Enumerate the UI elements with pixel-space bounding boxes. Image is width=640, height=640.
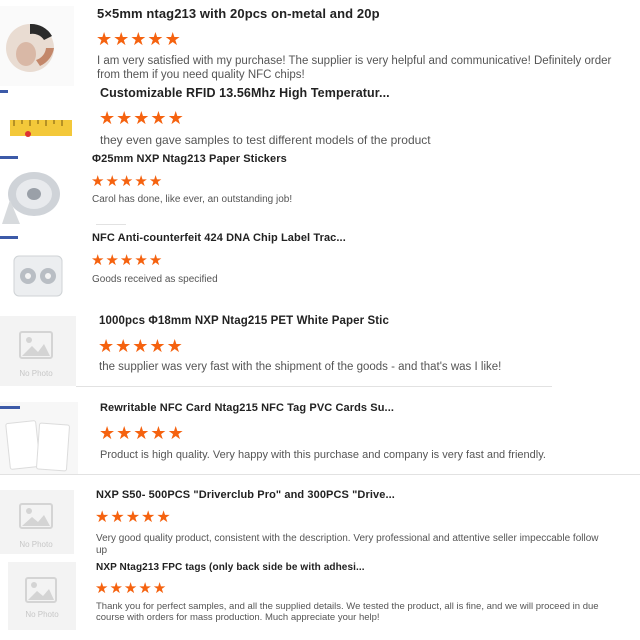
star-icon: ★ (166, 336, 183, 356)
star-icon: ★ (167, 423, 184, 443)
star-icon: ★ (148, 252, 163, 269)
star-icon: ★ (164, 29, 181, 49)
review-comment: Thank you for perfect samples, and all t… (96, 601, 599, 624)
no-photo-placeholder[interactable]: No Photo (0, 490, 74, 554)
star-icon: ★ (147, 29, 164, 49)
product-thumbnail[interactable] (0, 402, 78, 474)
star-icon: ★ (141, 509, 156, 526)
review-comment: the supplier was very fast with the ship… (99, 361, 502, 373)
star-rating: ★ ★ ★ ★ ★ (91, 253, 162, 268)
product-title[interactable]: Customizable RFID 13.56Mhz High Temperat… (100, 86, 390, 100)
star-icon: ★ (95, 580, 109, 597)
star-icon: ★ (96, 29, 113, 49)
star-icon: ★ (99, 108, 116, 128)
star-icon: ★ (152, 580, 167, 597)
star-icon: ★ (130, 29, 147, 49)
no-photo-placeholder[interactable]: No Photo (8, 562, 76, 630)
star-icon: ★ (138, 580, 152, 597)
product-title[interactable]: NXP S50- 500PCS "Driverclub Pro" and 300… (96, 489, 395, 501)
star-icon: ★ (149, 336, 166, 356)
star-icon: ★ (110, 509, 125, 526)
star-icon: ★ (150, 423, 167, 443)
star-icon: ★ (109, 580, 123, 597)
review-comment: Goods received as specified (92, 274, 218, 285)
review-comment: I am very satisfied with my purchase! Th… (97, 55, 612, 81)
product-thumbnail[interactable] (0, 6, 74, 86)
star-icon: ★ (95, 509, 110, 526)
star-icon: ★ (134, 173, 148, 190)
star-icon: ★ (98, 336, 115, 356)
star-rating: ★ ★ ★ ★ ★ (99, 109, 184, 127)
star-icon: ★ (99, 423, 116, 443)
product-thumbnail[interactable] (0, 88, 74, 150)
star-rating: ★ ★ ★ ★ ★ (91, 174, 162, 189)
no-photo-label: No Photo (19, 369, 53, 378)
star-rating: ★ ★ ★ ★ ★ (95, 581, 166, 596)
product-title[interactable]: 5×5mm ntag213 with 20pcs on-metal and 20… (97, 6, 380, 21)
star-icon: ★ (115, 336, 132, 356)
star-icon: ★ (116, 108, 133, 128)
star-icon: ★ (125, 509, 141, 526)
star-icon: ★ (167, 108, 184, 128)
product-title[interactable]: NXP Ntag213 FPC tags (only back side be … (96, 562, 365, 573)
divider (0, 474, 640, 475)
divider (96, 224, 126, 225)
star-rating: ★ ★ ★ ★ ★ (96, 30, 181, 48)
star-icon: ★ (105, 252, 119, 269)
no-photo-label: No Photo (19, 540, 53, 549)
star-icon: ★ (91, 173, 105, 190)
star-icon: ★ (119, 252, 134, 269)
star-icon: ★ (105, 173, 119, 190)
product-title[interactable]: Rewritable NFC Card Ntag215 NFC Tag PVC … (100, 402, 394, 414)
star-icon: ★ (148, 173, 163, 190)
star-icon: ★ (119, 173, 134, 190)
star-icon: ★ (134, 252, 148, 269)
product-thumbnail[interactable] (0, 234, 72, 306)
product-title[interactable]: 1000pcs Φ18mm NXP Ntag215 PET White Pape… (99, 315, 389, 327)
review-comment: Product is high quality. Very happy with… (100, 449, 546, 461)
review-comment: Carol has done, like ever, an outstandin… (92, 194, 293, 205)
star-icon: ★ (150, 108, 167, 128)
product-title[interactable]: NFC Anti-counterfeit 424 DNA Chip Label … (92, 232, 346, 244)
star-icon: ★ (133, 108, 150, 128)
no-photo-label: No Photo (25, 610, 59, 619)
product-thumbnail[interactable] (0, 154, 72, 226)
no-photo-placeholder[interactable]: No Photo (0, 316, 76, 386)
star-icon: ★ (156, 509, 171, 526)
product-title[interactable]: Φ25mm NXP Ntag213 Paper Stickers (92, 153, 287, 165)
star-rating: ★ ★ ★ ★ ★ (98, 337, 183, 355)
star-icon: ★ (132, 336, 149, 356)
star-rating: ★ ★ ★ ★ ★ (99, 424, 184, 442)
star-icon: ★ (113, 29, 130, 49)
star-icon: ★ (91, 252, 105, 269)
divider (76, 386, 552, 387)
star-rating: ★ ★ ★ ★ ★ (95, 510, 171, 526)
review-comment: they even gave samples to test different… (100, 133, 431, 147)
star-icon: ★ (116, 423, 133, 443)
review-comment: Very good quality product, consistent wi… (96, 533, 599, 555)
star-icon: ★ (123, 580, 138, 597)
star-icon: ★ (133, 423, 150, 443)
